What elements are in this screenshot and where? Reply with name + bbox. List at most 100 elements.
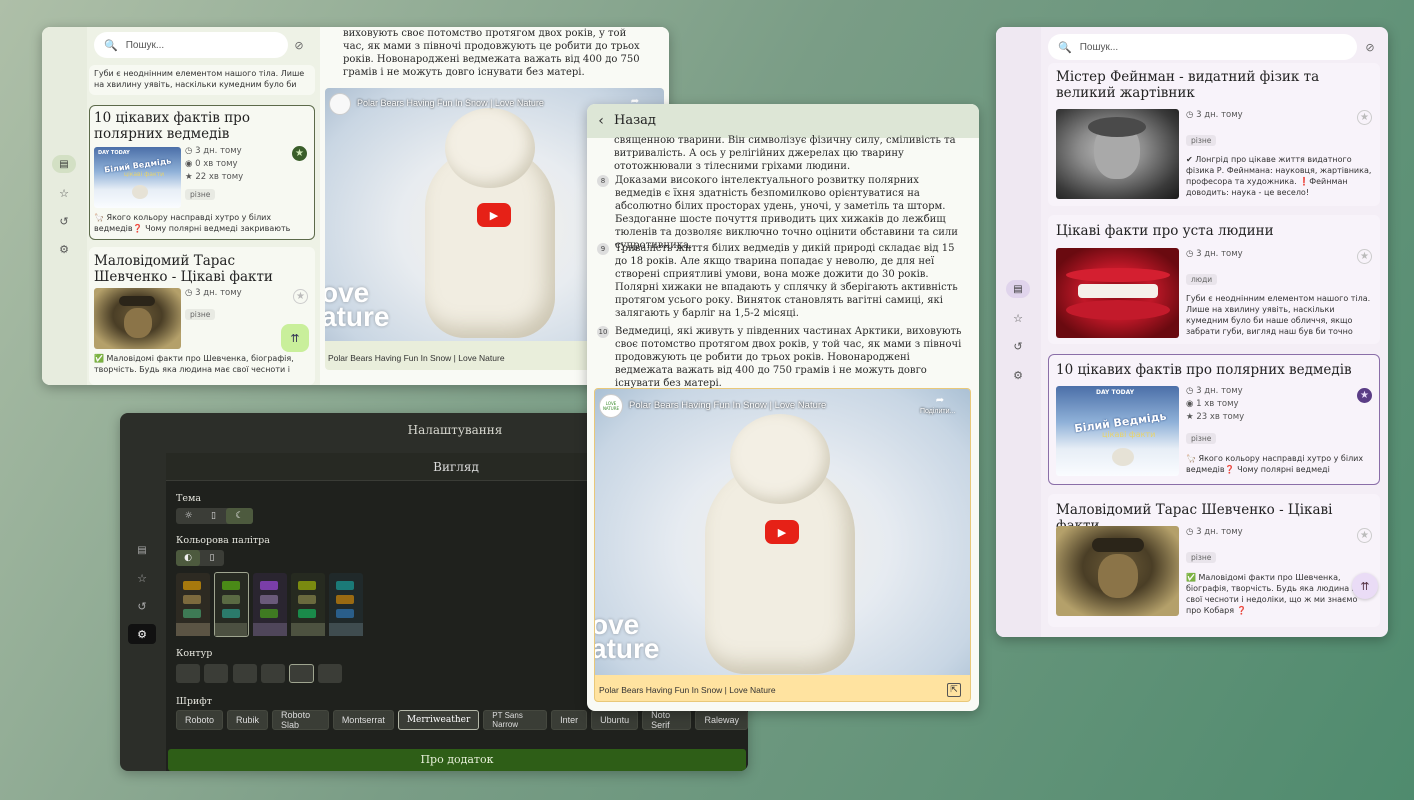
card-tag: різне bbox=[1186, 433, 1217, 444]
nav-history-icon[interactable]: ↺ bbox=[1006, 337, 1030, 355]
clock-icon: ◷ bbox=[1186, 527, 1194, 537]
font-option-ubuntu[interactable]: Ubuntu bbox=[591, 710, 639, 730]
video-title: Polar Bears Having Fun In Snow | Love Na… bbox=[357, 98, 544, 108]
bear-head bbox=[730, 414, 830, 504]
favorite-star-icon[interactable]: ★ bbox=[292, 146, 307, 161]
nav-history-icon[interactable]: ↺ bbox=[52, 212, 76, 230]
shevchenko-portrait bbox=[94, 288, 181, 349]
palette-swatch[interactable] bbox=[329, 573, 363, 636]
clock-icon: ◷ bbox=[1186, 386, 1194, 396]
card-meta: ◷ 3 дн. тому bbox=[1186, 248, 1243, 261]
nav-favorites-icon[interactable]: ☆ bbox=[52, 184, 76, 202]
theme-system-icon[interactable]: ▯ bbox=[201, 508, 226, 524]
font-option-pt-sans-narrow[interactable]: PT Sans Narrow bbox=[483, 710, 548, 730]
youtube-play-button[interactable]: ▶ bbox=[477, 203, 511, 227]
article-card-shevchenko[interactable]: Маловідомий Тарас Шевченко - Цікаві факт… bbox=[1048, 494, 1380, 627]
theme-selector[interactable]: ☼ ▯ ☾ bbox=[176, 508, 253, 524]
back-arrow-icon[interactable]: ‹ bbox=[593, 113, 609, 129]
nav-favorites-icon[interactable]: ☆ bbox=[1006, 309, 1030, 327]
nav-settings-icon[interactable]: ⚙ bbox=[1006, 366, 1030, 384]
search-placeholder: Пошук... bbox=[1079, 41, 1119, 53]
article-card[interactable]: Губи є неоднінним елементом нашого тіла.… bbox=[89, 65, 315, 95]
share-icon[interactable]: ➦ bbox=[930, 394, 950, 406]
fact-number: 9 bbox=[597, 243, 609, 255]
filter-off-icon[interactable]: ⊘ bbox=[291, 37, 307, 53]
nav-rail bbox=[996, 27, 1041, 637]
font-option-noto-serif[interactable]: Noto Serif bbox=[642, 710, 692, 730]
video-caption: Polar Bears Having Fun In Snow | Love Na… bbox=[328, 353, 505, 363]
youtube-play-button[interactable]: ▶ bbox=[765, 520, 799, 544]
card-description: Губи є неоднінним елементом нашого тіла.… bbox=[94, 69, 305, 92]
outline-option[interactable] bbox=[176, 664, 200, 683]
card-date: 3 дн. тому bbox=[1196, 386, 1243, 396]
card-title: 10 цікавих фактів про полярних ведмедів bbox=[1056, 362, 1352, 378]
nav-history-icon[interactable]: ↺ bbox=[130, 597, 154, 615]
nav-settings-icon[interactable]: ⚙ bbox=[128, 624, 156, 644]
font-option-roboto[interactable]: Roboto bbox=[176, 710, 224, 730]
favorite-star-icon[interactable]: ★ bbox=[1357, 249, 1372, 264]
theme-label: Тема bbox=[176, 493, 202, 504]
nav-articles-icon[interactable]: ▤ bbox=[1006, 280, 1030, 298]
font-option-raleway[interactable]: Raleway bbox=[695, 710, 748, 730]
palette-swatch[interactable] bbox=[253, 573, 287, 636]
fact-number: 10 bbox=[597, 326, 609, 338]
back-label[interactable]: Назад bbox=[614, 113, 656, 128]
palette-swatch[interactable] bbox=[176, 573, 210, 636]
nav-rail bbox=[42, 27, 87, 385]
card-date: 3 дн. тому bbox=[195, 146, 242, 156]
open-external-icon[interactable]: ⇱ bbox=[947, 683, 961, 697]
search-bar[interactable]: 🔍 Пошук... bbox=[94, 32, 288, 58]
article-card-feynman[interactable]: Містер Фейнман - видатний фізик та велик… bbox=[1048, 63, 1380, 206]
card-tag: різне bbox=[185, 309, 216, 320]
card-title: Містер Фейнман - видатний фізик та велик… bbox=[1056, 69, 1320, 101]
card-date: 3 дн. тому bbox=[1196, 527, 1243, 537]
palette-custom-icon[interactable]: ◐ bbox=[176, 550, 200, 566]
font-option-inter[interactable]: Inter bbox=[551, 710, 588, 730]
filter-off-icon[interactable]: ⊘ bbox=[1362, 39, 1378, 55]
card-views: 0 хв тому bbox=[195, 159, 238, 169]
article-card-polar-bears[interactable]: 10 цікавих фактів про полярних ведмедів … bbox=[89, 105, 315, 240]
search-bar[interactable]: 🔍 Пошук... bbox=[1048, 34, 1357, 60]
card-title: Цікаві факти про уста людини bbox=[1056, 223, 1274, 239]
lips-photo bbox=[1056, 248, 1179, 338]
palette-swatch[interactable] bbox=[291, 573, 325, 636]
nav-articles-icon[interactable]: ▤ bbox=[130, 541, 154, 559]
card-date: 3 дн. тому bbox=[1196, 249, 1243, 259]
theme-light-icon[interactable]: ☼ bbox=[176, 508, 201, 524]
favorite-star-icon[interactable]: ★ bbox=[293, 289, 308, 304]
outline-option[interactable] bbox=[318, 664, 342, 683]
palette-system-icon[interactable]: ▯ bbox=[200, 550, 224, 566]
nav-favorites-icon[interactable]: ☆ bbox=[130, 569, 154, 587]
article-card-shevchenko[interactable]: Маловідомий Тарас Шевченко - Цікаві факт… bbox=[89, 247, 315, 385]
article-card-polar-bears[interactable]: 10 цікавих фактів про полярних ведмедів … bbox=[1048, 354, 1380, 485]
video-player[interactable]: LOVE NATURE Polar Bears Having Fun In Sn… bbox=[594, 388, 971, 702]
thumb-subtitle: цікаві факти bbox=[1102, 430, 1156, 439]
star-small-icon: ★ bbox=[1186, 412, 1194, 422]
font-option-montserrat[interactable]: Montserrat bbox=[332, 710, 394, 730]
card-description: 🦙 Якого кольору насправді хутро у білих … bbox=[94, 213, 291, 233]
theme-dark-icon[interactable]: ☾ bbox=[226, 508, 253, 524]
favorite-star-icon[interactable]: ★ bbox=[1357, 528, 1372, 543]
font-option-roboto-slab[interactable]: Roboto Slab bbox=[272, 710, 329, 730]
outline-option[interactable] bbox=[261, 664, 285, 683]
card-tag: різне bbox=[1186, 552, 1217, 563]
favorite-star-icon[interactable]: ★ bbox=[1357, 110, 1372, 125]
fact-item: 8 Доказами високого інтелектуального роз… bbox=[597, 174, 967, 252]
nav-settings-icon[interactable]: ⚙ bbox=[52, 240, 76, 258]
outline-option[interactable] bbox=[204, 664, 228, 683]
favorite-star-icon[interactable]: ★ bbox=[1357, 388, 1372, 403]
font-option-rubik[interactable]: Rubik bbox=[227, 710, 269, 730]
palette-mode-selector[interactable]: ◐ ▯ bbox=[176, 550, 224, 566]
fact-number: 8 bbox=[597, 175, 609, 187]
scroll-to-top-button[interactable]: ⇈ bbox=[281, 324, 309, 352]
article-card-lips[interactable]: Цікаві факти про уста людини ◷ 3 дн. том… bbox=[1048, 215, 1380, 344]
palette-swatch-selected[interactable] bbox=[214, 572, 249, 637]
bear-head bbox=[445, 108, 535, 188]
scroll-to-top-button[interactable]: ⇈ bbox=[1352, 573, 1378, 599]
font-option-merriweather-selected[interactable]: Merriweather bbox=[397, 710, 480, 730]
nav-articles-icon[interactable]: ▤ bbox=[52, 155, 76, 173]
about-button[interactable]: Про додаток bbox=[168, 749, 746, 771]
outline-option-selected[interactable] bbox=[289, 664, 314, 683]
star-small-icon: ★ bbox=[185, 172, 193, 182]
outline-option[interactable] bbox=[233, 664, 257, 683]
